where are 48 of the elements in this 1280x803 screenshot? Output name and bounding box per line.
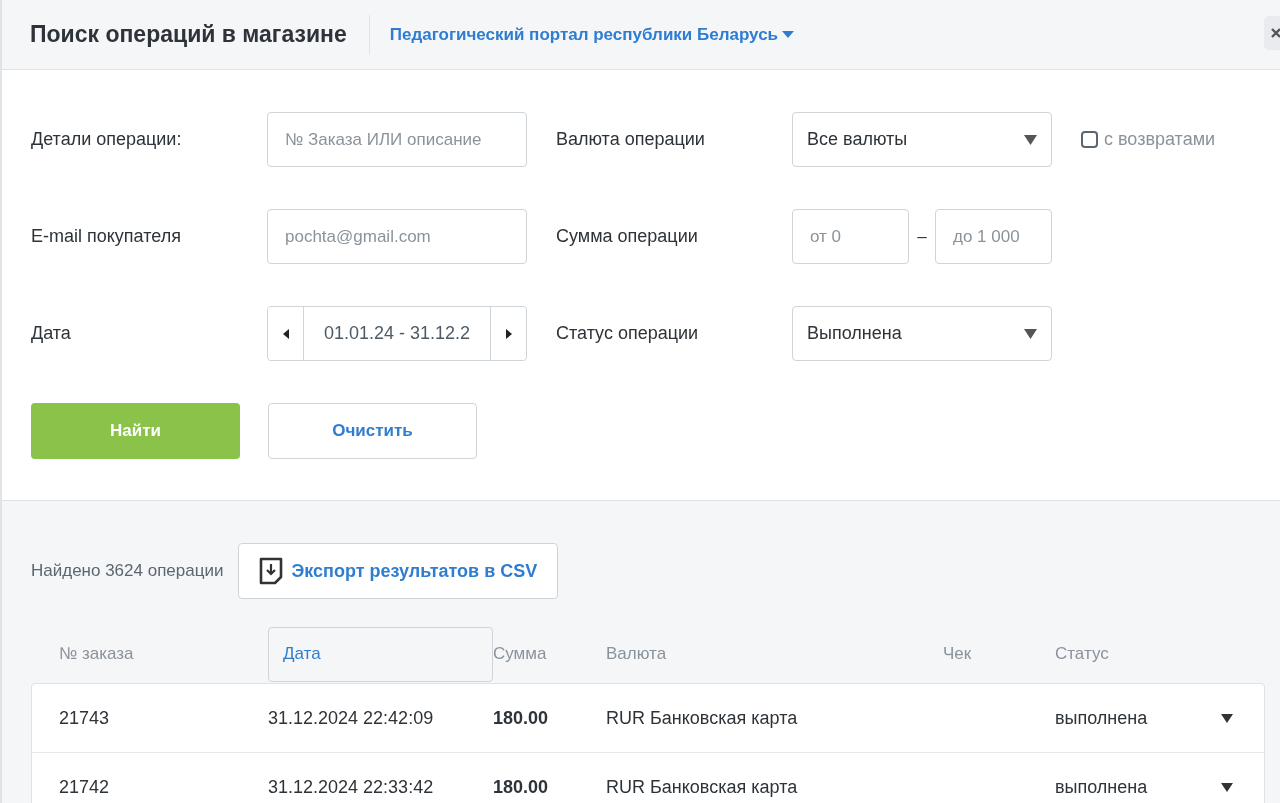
export-button[interactable]: Экспорт результатов в CSV xyxy=(238,543,559,599)
results-count: Найдено 3624 операции xyxy=(31,561,224,581)
refunds-checkbox[interactable] xyxy=(1081,131,1098,148)
close-icon xyxy=(1270,27,1280,39)
table-cell-text: 31.12.2024 22:33:42 xyxy=(268,776,435,798)
column-header[interactable]: Сумма xyxy=(493,644,606,664)
field-label: Дата xyxy=(31,323,72,344)
table-cell-text: выполнена xyxy=(1055,707,1149,729)
column-header[interactable]: Чек xyxy=(943,644,1055,664)
table-cell-text: RUR Банковская карта xyxy=(606,707,799,729)
table-cell-text: 21743 xyxy=(59,707,111,729)
table-cell-text: 180.00 xyxy=(493,707,550,729)
table-cell-text: 31.12.2024 22:42:09 xyxy=(268,707,435,729)
table-row[interactable]: 21742 31.12.2024 22:33:42 180.00 RUR Банковская карта выполнена xyxy=(32,753,1264,803)
field-label: Детали операции: xyxy=(31,129,183,150)
range-separator: – xyxy=(917,226,927,247)
caret-icon[interactable] xyxy=(1221,713,1233,723)
right-arrow-icon xyxy=(505,328,512,339)
page-title: Поиск операций в магазине xyxy=(30,21,347,48)
caret-icon xyxy=(1024,328,1037,339)
checkbox-label: с возвратами xyxy=(1104,129,1216,150)
field-label: E-mail покупателя xyxy=(31,226,182,247)
order-search-field[interactable]: № Заказа ИЛИ описание xyxy=(267,112,527,167)
table-cell-text: 180.00 xyxy=(493,776,550,798)
field-label: Статус операции xyxy=(556,323,700,344)
amount-to-field[interactable]: до 1 000 xyxy=(935,209,1052,264)
field-label: Валюта операции xyxy=(556,129,706,150)
column-header[interactable]: Валюта xyxy=(606,644,943,664)
column-header[interactable]: Дата xyxy=(268,626,493,682)
field-label: Сумма операции xyxy=(556,226,699,247)
table-row[interactable]: 21743 31.12.2024 22:42:09 180.00 RUR Банковская карта выполнена xyxy=(32,684,1264,753)
table-cell-text: 21742 xyxy=(59,776,111,798)
email-field[interactable]: pochta@gmail.com xyxy=(267,209,527,264)
column-header[interactable]: № заказа xyxy=(59,644,268,664)
caret-icon[interactable] xyxy=(1221,782,1233,792)
clear-button[interactable]: Очистить xyxy=(268,403,477,459)
download-file-icon xyxy=(259,557,284,585)
site-dropdown[interactable]: Педагогический портал республики Беларусь xyxy=(389,24,795,45)
amount-from-field[interactable]: от 0 xyxy=(792,209,909,264)
caret-icon xyxy=(782,30,795,39)
left-arrow-icon xyxy=(282,328,289,339)
currency-select[interactable]: Все валюты xyxy=(792,112,1052,167)
column-header[interactable]: Статус xyxy=(1055,644,1221,664)
find-button[interactable]: Найти xyxy=(31,403,240,459)
caret-icon xyxy=(1024,134,1037,145)
table-cell-text: выполнена xyxy=(1055,776,1149,798)
status-select[interactable]: Выполнена xyxy=(792,306,1052,361)
table-cell-text: RUR Банковская карта xyxy=(606,776,799,798)
